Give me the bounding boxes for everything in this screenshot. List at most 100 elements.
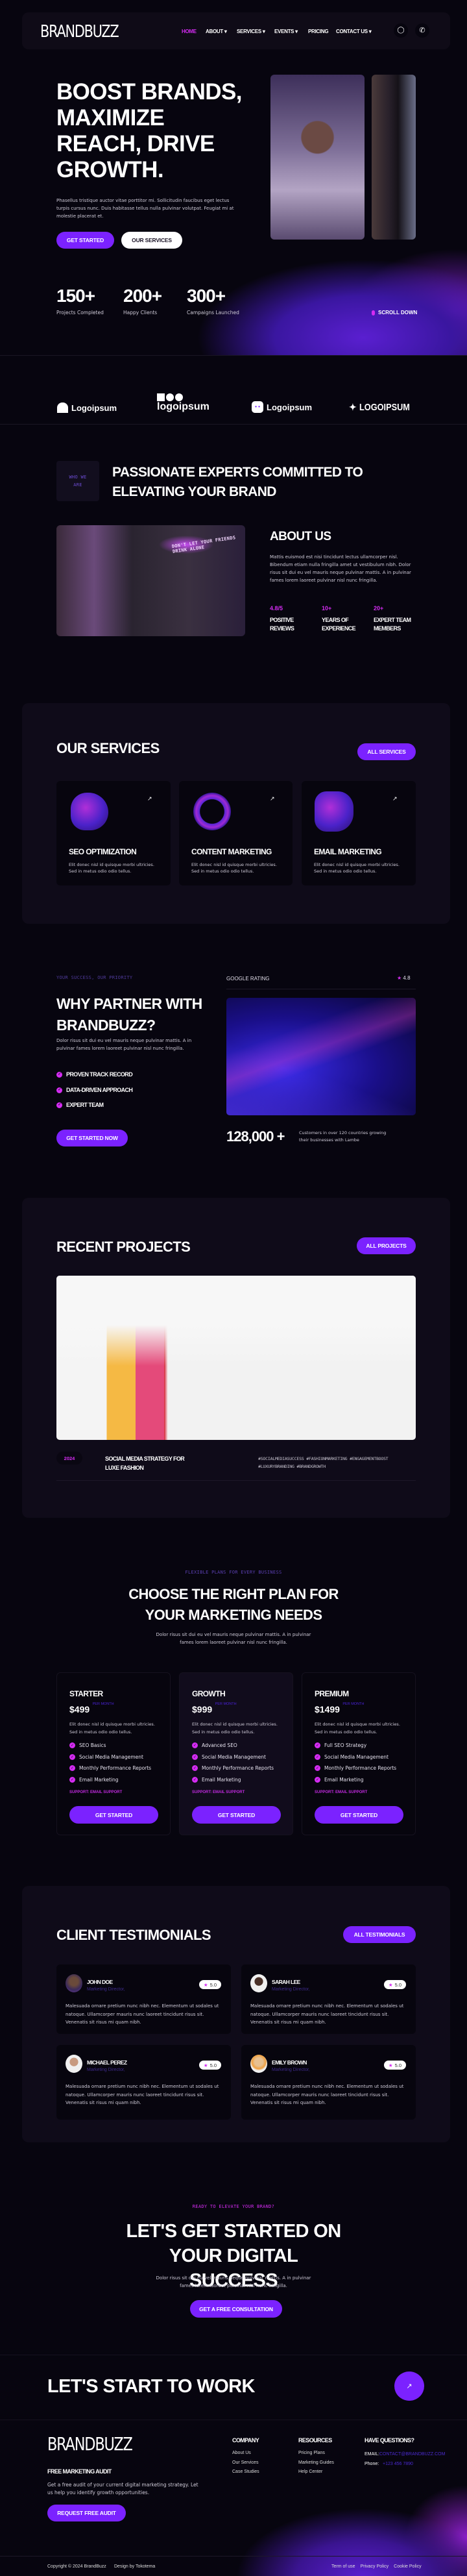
footer-link[interactable]: Our Services [232,2460,259,2470]
plan-get-started-button[interactable]: GET STARTED [315,1806,403,1824]
partner-logo: ✦ LOGOIPSUM [349,402,418,413]
privacy-link[interactable]: Privacy Policy [361,2564,389,2569]
email-link[interactable]: CONTACT@BRANDBUZZ.COM [379,2452,445,2457]
cookie-link[interactable]: Cookie Policy [394,2564,421,2569]
footer-column: RESOURCES Pricing Plans Marketing Guides He… [298,2437,334,2479]
plan-period: PER MONTH [215,1702,237,1706]
service-title: EMAIL MARKETING [314,847,382,856]
star-icon: ★ [388,2062,393,2068]
stat-campaigns: 300+ Campaigns Launched [187,286,239,317]
get-started-button[interactable]: GET STARTED [56,232,114,249]
logo-text: logoipsum [157,401,210,412]
plan-feature-label: Email Marketing [324,1776,364,1783]
nav-about[interactable]: ABOUT ▾ [206,29,227,34]
plan-get-started-button[interactable]: GET STARTED [69,1806,158,1824]
face-logo-icon: • • [252,401,263,413]
testimonial-role: Marketing Director, [87,2068,125,2072]
get-started-now-button[interactable]: GET STARTED NOW [56,1130,128,1146]
testimonials-title: CLIENT TESTIMONIALS [56,1927,211,1943]
audit-text: Get a free audit of your current digital… [47,2482,198,2496]
phone-icon[interactable]: ✆ [415,23,429,38]
divider [56,1480,416,1481]
footer-link[interactable]: Pricing Plans [298,2451,334,2460]
star-icon: ★ [397,975,402,981]
plan-feature-label: Monthly Performance Reports [202,1765,274,1772]
hero-title-line: GROWTH. [56,157,164,182]
about-stat-label: YEARS OF EXPERIENCE [322,617,356,632]
nav-home[interactable]: HOME [182,29,197,34]
shapes-logo-icon [157,393,210,401]
avatar [250,1974,267,1992]
testimonial-name: SARAH LEE [272,1979,300,1985]
avatar [66,1974,82,1992]
plan-feature-label: Monthly Performance Reports [324,1765,397,1772]
partner-logo: logoipsum [157,393,210,413]
stat-value: 200+ [123,286,162,306]
chat-icon[interactable]: ◯ [394,23,408,38]
plan-feature: ✓ Social Media Management [69,1752,151,1763]
footer-column-title: COMPANY [232,2437,259,2444]
plan-get-started-button[interactable]: GET STARTED [192,1806,281,1824]
testimonial-text: Malesuada ornare pretium nunc nibh nec. … [66,2084,219,2105]
contact-email: EMAIL:CONTACT@BRANDBUZZ.COM [365,2452,445,2457]
footer-link[interactable]: Help Center [298,2470,334,2479]
service-title: CONTENT MARKETING [191,847,272,856]
logo[interactable]: BRANDBUZZ [40,22,119,42]
arrow-up-right-icon[interactable]: ↗ [147,795,152,802]
nav-services[interactable]: SERVICES ▾ [237,29,265,34]
plan-price-row: $499 PER MONTH [69,1702,114,1716]
nav-events[interactable]: EVENTS ▾ [274,29,298,34]
neon-sign: DON'T LET YOUR FRIENDS DRINK ALONE [171,535,236,554]
stat-value: 300+ [187,286,226,306]
plan-price-row: $1499 PER MONTH [315,1702,364,1716]
rating-value: 5.0 [210,2062,217,2068]
testimonial-role: Marketing Director, [87,1987,125,1992]
all-projects-button[interactable]: ALL PROJECTS [357,1237,416,1254]
footer-link[interactable]: Case Studies [232,2470,259,2479]
phone-link[interactable]: +123 456 7890 [383,2462,413,2466]
service-card[interactable]: ↗ SEO OPTIMIZATION Elit donec nisl id qu… [56,781,171,886]
rating-value: 4.8 [403,975,411,981]
our-services-button[interactable]: OUR SERVICES [121,232,182,249]
about-stat: 20+ EXPERT TEAM MEMBERS [374,605,416,633]
partner-logo: Logoipsum [57,402,117,413]
nav-pricing[interactable]: PRICING [308,29,329,34]
footer-column-title: RESOURCES [298,2437,332,2444]
hero-text: Phasellus tristique auctor vitae porttit… [56,198,234,219]
nav-label: ABOUT [206,29,223,34]
service-graphic [315,791,353,832]
footer-link[interactable]: Marketing Guides [298,2460,334,2470]
all-services-button[interactable]: ALL SERVICES [357,743,416,760]
about-image: DON'T LET YOUR FRIENDS DRINK ALONE [56,525,245,636]
free-consultation-button[interactable]: GET A FREE CONSULTATION [190,2300,282,2318]
rating-badge: ★ 5.0 [384,2061,406,2070]
footer-link[interactable]: About Us [232,2451,259,2460]
nav-label: EVENTS [274,29,294,34]
footer-logo[interactable]: BRANDBUZZ [47,2433,133,2455]
request-audit-button[interactable]: REQUEST FREE AUDIT [47,2505,126,2521]
why-point: ✓ PROVEN TRACK RECORD [56,1071,133,1087]
about-stat: 4.8/5 POSITIVE REVIEWS [270,605,302,633]
partner-logo: • • Logoipsum [252,401,312,413]
service-card[interactable]: ↗ CONTENT MARKETING Elit donec nisl id q… [179,781,293,886]
check-icon: ✓ [69,1776,75,1783]
chevron-down-icon: ▾ [262,29,265,34]
arrow-up-right-icon[interactable]: ↗ [392,795,398,802]
check-icon: ✓ [315,1753,320,1760]
start-arrow-button[interactable]: ↗ [394,2372,424,2401]
cta-text: Dolor risus sit dui eu vel mauris neque … [156,2275,311,2288]
about-stat-value: 10+ [322,605,332,612]
plan-support: SUPPORT: EMAIL SUPPORT [192,1790,245,1794]
all-testimonials-button[interactable]: ALL TESTIMONIALS [343,1926,416,1943]
about-stat-value: 4.8/5 [270,605,283,612]
cta-eyebrow: READY TO ELEVATE YOUR BRAND? [192,2204,275,2209]
testimonial-text: Malesuada ornare pretium nunc nibh nec. … [250,2084,404,2105]
arrow-up-right-icon[interactable]: ↗ [270,795,275,802]
service-card[interactable]: ↗ EMAIL MARKETING Elit donec nisl id qui… [302,781,416,886]
design-credit[interactable]: Design by Tokotema [114,2564,155,2569]
project-image[interactable] [56,1276,416,1440]
rating-value: 5.0 [394,2062,402,2068]
terms-link[interactable]: Term of use [331,2564,355,2569]
scroll-down[interactable]: SCROLL DOWN [372,310,417,316]
nav-contact[interactable]: CONTACT US ▾ [336,29,372,34]
